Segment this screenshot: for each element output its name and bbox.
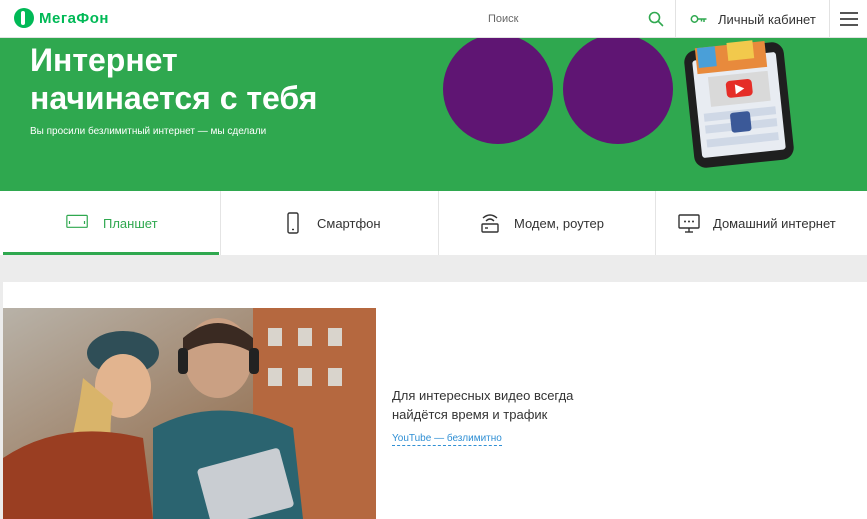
- search-icon[interactable]: [647, 10, 665, 28]
- promo-card: Для интересных видео всегда найдётся вре…: [3, 282, 867, 519]
- megafon-logo[interactable]: МегаФон: [14, 8, 109, 28]
- tab-home-internet[interactable]: Домашний интернет: [656, 191, 867, 255]
- top-header: МегаФон Личный кабинет: [0, 0, 867, 38]
- monitor-icon: [678, 214, 700, 233]
- promo-text: Для интересных видео всегда найдётся вре…: [392, 388, 574, 422]
- tab-label: Модем, роутер: [514, 215, 604, 231]
- tab-label: Домашний интернет: [713, 215, 836, 231]
- hamburger-menu-icon[interactable]: [830, 0, 867, 38]
- tab-modem-router[interactable]: Модем, роутер: [439, 191, 656, 255]
- decorative-purple-circle: [563, 38, 673, 144]
- personal-account-button[interactable]: Личный кабинет: [676, 0, 830, 38]
- youtube-unlimited-link[interactable]: YouTube — безлимитно: [392, 433, 502, 446]
- promo-photo: [3, 308, 376, 519]
- decorative-purple-circle: [443, 38, 553, 144]
- hero-title: Интернет начинается с тебя: [30, 42, 318, 116]
- tab-label: Планшет: [103, 215, 158, 231]
- router-icon: [481, 214, 499, 233]
- tab-tablet[interactable]: Планшет: [0, 191, 221, 255]
- tab-label: Смартфон: [317, 215, 381, 231]
- logo-text: МегаФон: [39, 9, 109, 27]
- tab-smartphone[interactable]: Смартфон: [221, 191, 439, 255]
- hero-subtitle: Вы просили безлимитный интернет — мы сде…: [30, 126, 267, 137]
- key-icon: [690, 15, 707, 23]
- megafon-logo-icon: [14, 8, 34, 28]
- tablet-illustration: [684, 40, 794, 168]
- device-tabs: Планшет Смартфон Модем, роутер Домашний …: [0, 191, 867, 255]
- tablet-icon: [66, 214, 88, 228]
- personal-account-label: Личный кабинет: [718, 11, 816, 27]
- smartphone-icon: [287, 212, 299, 234]
- hero-banner[interactable]: Интернет начинается с тебя Вы просили бе…: [0, 38, 867, 191]
- search-box: [480, 0, 676, 38]
- search-input[interactable]: [488, 10, 638, 28]
